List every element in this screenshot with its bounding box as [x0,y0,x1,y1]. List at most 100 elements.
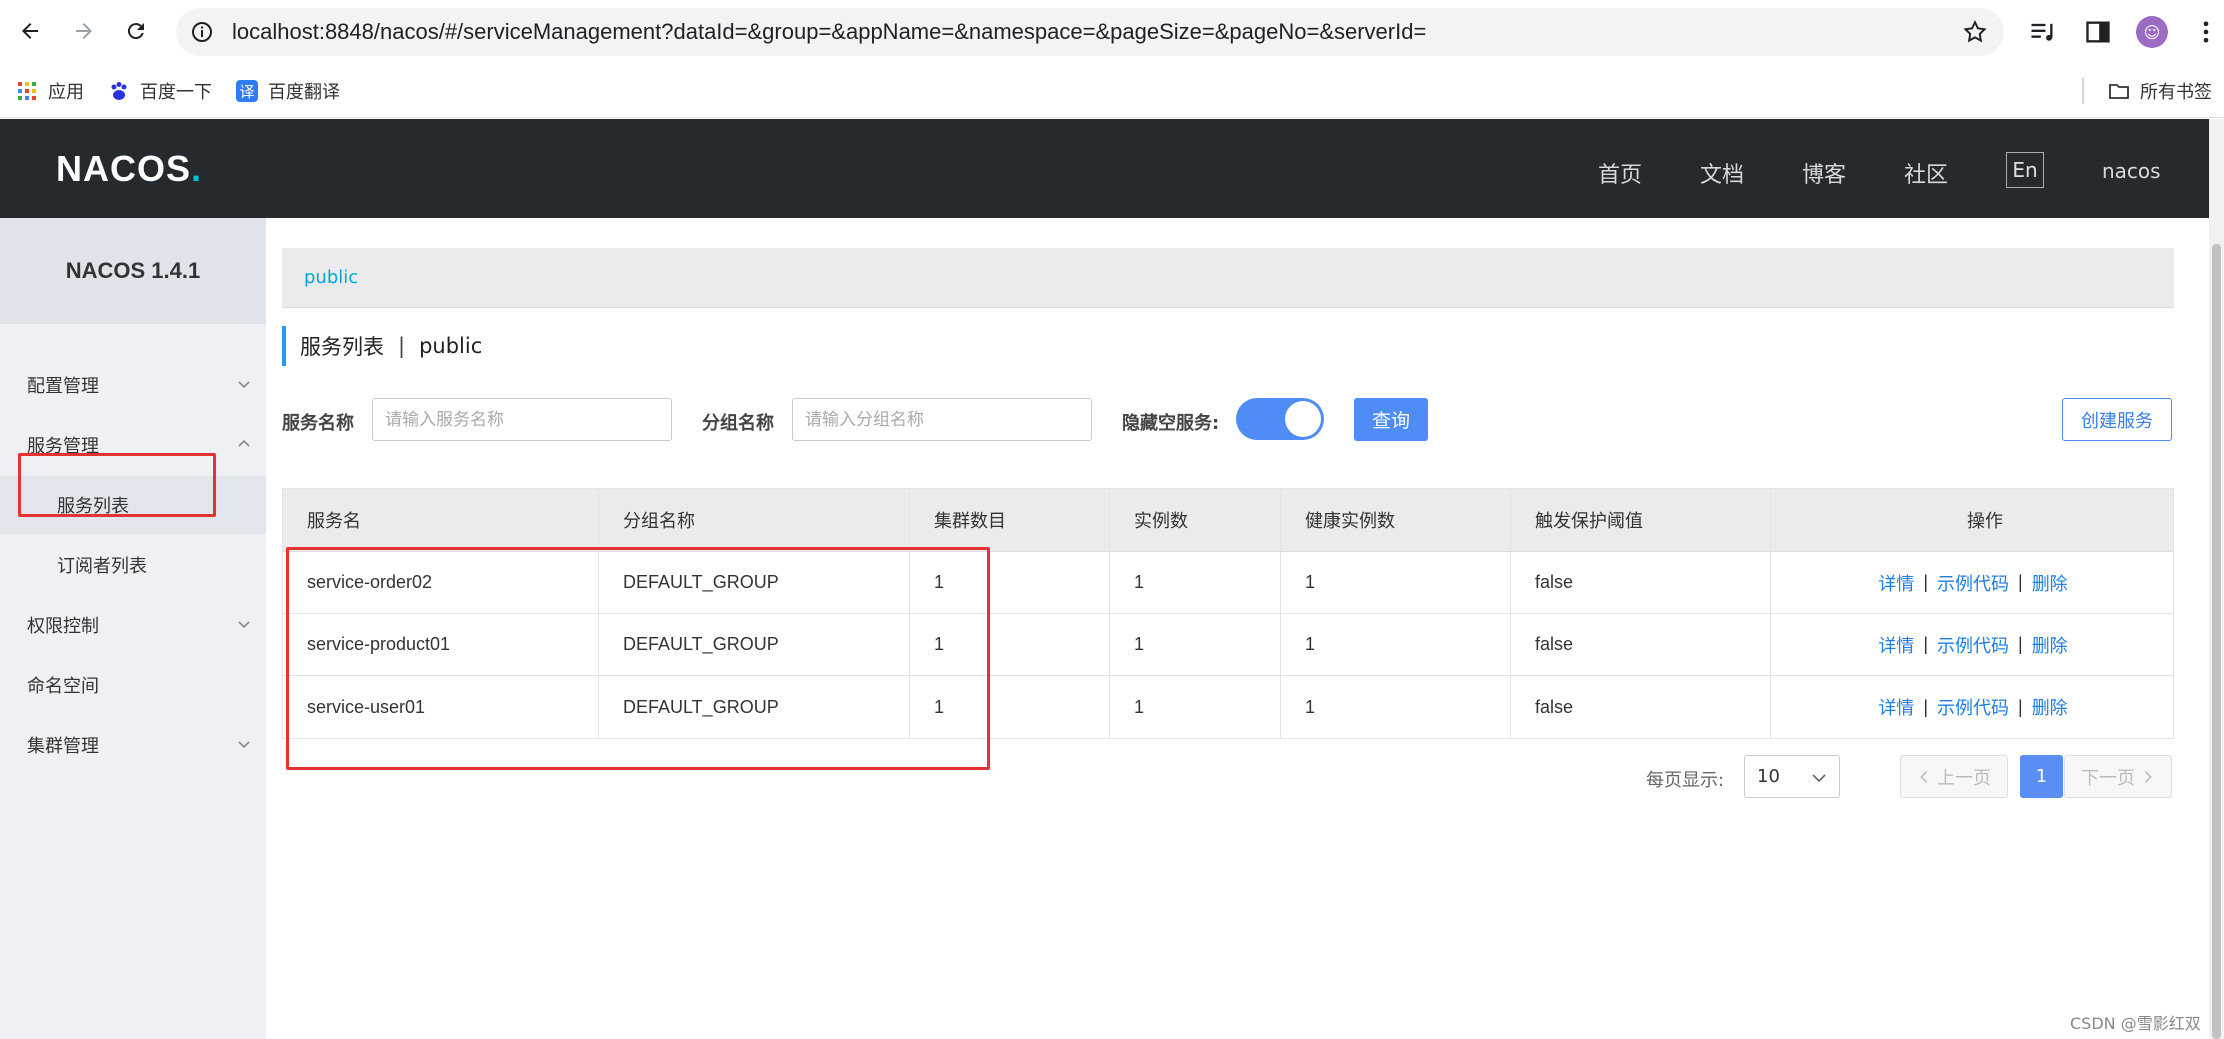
bookmarks-divider [2082,78,2084,104]
bookmark-label: 百度一下 [140,82,212,103]
forward-button[interactable] [66,13,102,49]
group-name-input[interactable] [792,398,1092,441]
delete-link[interactable]: 删除 [2032,632,2068,658]
actions-cell: 详情 | 示例代码 | 删除 [1771,614,2175,675]
reload-icon [127,23,144,40]
namespace-tab-public[interactable]: public [304,267,358,288]
user-name[interactable]: nacos [2102,159,2161,183]
nacos-logo[interactable]: NACOS. [56,148,203,189]
apps-grid-icon [16,80,38,102]
baidu-paw-icon [108,80,130,102]
detail-link[interactable]: 详情 [1878,694,1914,720]
more-menu-icon[interactable] [2192,18,2220,46]
page-title-text: 服务列表 [300,335,384,359]
all-bookmarks-button[interactable]: 所有书签 [2108,77,2212,105]
app-header: NACOS. 首页 文档 博客 社区 En nacos [0,119,2209,218]
column-header[interactable]: 实例数 [1110,489,1281,551]
sidebar-item-config[interactable]: 配置管理 [0,356,266,414]
actions-cell: 详情 | 示例代码 | 删除 [1771,676,2175,738]
bookmark-apps[interactable]: 应用 [16,77,84,105]
page-size-value: 10 [1757,766,1780,787]
chevron-down-icon [238,741,250,749]
chevron-down-icon [238,621,250,629]
page-scrollbar[interactable] [2209,119,2224,1039]
sidebar-item-auth[interactable]: 权限控制 [0,596,266,654]
language-toggle[interactable]: En [2006,152,2044,188]
bookmark-baidu-translate[interactable]: 译 百度翻译 [236,77,340,105]
action-separator: | [1923,634,1928,654]
service-name-label: 服务名称 [282,413,354,434]
url-text[interactable]: localhost:8848/nacos/#/serviceManagement… [232,19,1426,45]
page-number-current[interactable]: 1 [2020,755,2063,798]
info-icon[interactable] [190,20,214,44]
action-separator: | [1923,696,1928,717]
threshold-cell: false [1511,552,1771,613]
sidebar-title: NACOS 1.4.1 [0,218,266,324]
column-header: 操作 [1967,511,2003,532]
delete-link[interactable]: 删除 [2032,694,2068,720]
translate-icon: 译 [236,80,258,102]
bookmark-label: 百度翻译 [268,82,340,103]
page-title: 服务列表 | public [282,326,482,366]
instance-count-cell: 1 [1110,676,1281,738]
nav-home[interactable]: 首页 [1598,157,1642,189]
page-title-namespace: public [419,334,483,358]
group-name-label: 分组名称 [702,413,774,434]
media-control-icon[interactable] [2028,18,2056,46]
arrow-left-icon [22,23,38,39]
side-panel-icon[interactable] [2084,18,2112,46]
threshold-cell: false [1511,676,1771,738]
healthy-count-cell: 1 [1281,676,1511,738]
action-separator: | [1923,572,1928,592]
prev-page-button[interactable]: 上一页 [1900,755,2008,798]
create-service-button[interactable]: 创建服务 [2062,398,2172,441]
chevron-right-icon [2144,770,2152,783]
back-button[interactable] [12,13,48,49]
title-separator: | [398,334,406,358]
toggle-knob [1285,401,1321,437]
chevron-down-icon [238,381,250,389]
nav-community[interactable]: 社区 [1904,157,1948,189]
sidebar-item-subscribers[interactable]: 订阅者列表 [0,536,266,594]
sidebar-item-namespace[interactable]: 命名空间 [0,656,266,714]
threshold-cell: false [1511,614,1771,675]
nav-blog[interactable]: 博客 [1802,157,1846,189]
sample-code-link[interactable]: 示例代码 [1937,632,2009,658]
sidebar-item-label: 权限控制 [27,616,99,637]
actions-cell: 详情 | 示例代码 | 删除 [1771,552,2175,613]
namespace-bar: public [282,248,2174,308]
browser-toolbar: localhost:8848/nacos/#/serviceManagement… [0,0,2224,64]
sample-code-link[interactable]: 示例代码 [1937,694,2009,720]
next-page-label: 下一页 [2081,767,2135,789]
next-page-button[interactable]: 下一页 [2064,755,2172,798]
chevron-left-icon [1920,770,1928,783]
reload-button[interactable] [118,13,154,49]
sidebar-item-cluster[interactable]: 集群管理 [0,716,266,774]
column-header[interactable]: 触发保护阈值 [1511,489,1771,551]
service-name-input[interactable] [372,398,672,441]
delete-link[interactable]: 删除 [2032,570,2068,596]
column-header[interactable]: 服务名 [283,489,599,551]
sample-code-link[interactable]: 示例代码 [1937,570,2009,596]
detail-link[interactable]: 详情 [1878,570,1914,596]
arrow-right-icon [76,23,92,39]
sidebar-item-label: 配置管理 [27,376,99,397]
query-button[interactable]: 查询 [1354,398,1428,441]
page-size-select[interactable]: 10 [1744,755,1840,798]
sidebar: NACOS 1.4.1 配置管理 服务管理 服务列表 订阅者列表 权限控制 命名… [0,218,266,1039]
folder-icon [2108,80,2130,102]
nav-docs[interactable]: 文档 [1700,157,1744,189]
bookmark-star-icon[interactable] [1962,19,1988,45]
logo-dot: . [191,148,203,189]
column-header[interactable]: 集群数目 [910,489,1110,551]
address-bar[interactable]: localhost:8848/nacos/#/serviceManagement… [176,8,2004,56]
profile-avatar[interactable]: ☺ [2136,16,2168,48]
scrollbar-thumb[interactable] [2212,244,2221,1039]
hide-empty-toggle[interactable] [1236,398,1324,440]
column-header[interactable]: 健康实例数 [1281,489,1511,551]
sidebar-item-label: 命名空间 [27,676,99,697]
column-header[interactable]: 分组名称 [599,489,910,551]
action-separator: | [2018,572,2023,592]
bookmark-baidu[interactable]: 百度一下 [108,77,212,105]
detail-link[interactable]: 详情 [1878,632,1914,658]
